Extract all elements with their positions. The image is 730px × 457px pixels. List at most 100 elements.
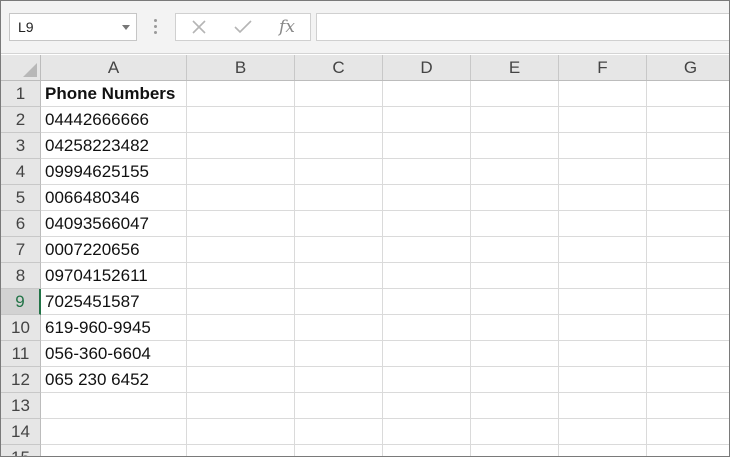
- cell[interactable]: [647, 445, 729, 456]
- cell[interactable]: [187, 237, 295, 263]
- cell[interactable]: [383, 81, 471, 107]
- cell[interactable]: [471, 263, 559, 289]
- drag-handle-icon[interactable]: [154, 19, 158, 35]
- cell[interactable]: [295, 81, 383, 107]
- cell[interactable]: [295, 367, 383, 393]
- cell[interactable]: [383, 393, 471, 419]
- cell[interactable]: [383, 315, 471, 341]
- cell[interactable]: [471, 107, 559, 133]
- cell[interactable]: [295, 263, 383, 289]
- cell[interactable]: [295, 237, 383, 263]
- cell[interactable]: [647, 107, 729, 133]
- cell[interactable]: [383, 237, 471, 263]
- column-header-g[interactable]: G: [647, 55, 729, 80]
- row-header[interactable]: 8: [1, 263, 41, 289]
- cell[interactable]: [471, 341, 559, 367]
- phone-number-cell[interactable]: 7025451587: [41, 289, 187, 315]
- row-header[interactable]: 7: [1, 237, 41, 263]
- row-header[interactable]: 15: [1, 445, 41, 456]
- cell[interactable]: [471, 159, 559, 185]
- cell[interactable]: [295, 107, 383, 133]
- cell[interactable]: [471, 393, 559, 419]
- cell[interactable]: [295, 445, 383, 456]
- cell[interactable]: [187, 445, 295, 456]
- phone-number-cell[interactable]: [41, 419, 187, 445]
- cell[interactable]: [187, 263, 295, 289]
- cell[interactable]: [647, 315, 729, 341]
- cell[interactable]: [383, 211, 471, 237]
- cell[interactable]: [559, 393, 647, 419]
- cell[interactable]: [471, 419, 559, 445]
- cell[interactable]: [383, 445, 471, 456]
- cell[interactable]: [647, 263, 729, 289]
- cell[interactable]: [559, 237, 647, 263]
- cell[interactable]: [187, 133, 295, 159]
- formula-input[interactable]: [316, 13, 729, 41]
- row-header[interactable]: 5: [1, 185, 41, 211]
- cell[interactable]: [295, 185, 383, 211]
- chevron-down-icon[interactable]: [122, 25, 130, 30]
- cell[interactable]: [383, 419, 471, 445]
- cell[interactable]: [383, 133, 471, 159]
- cell[interactable]: [559, 263, 647, 289]
- phone-number-cell[interactable]: [41, 445, 187, 456]
- cell[interactable]: [471, 315, 559, 341]
- cell[interactable]: [647, 81, 729, 107]
- row-header[interactable]: 4: [1, 159, 41, 185]
- cell[interactable]: [295, 315, 383, 341]
- cell[interactable]: [647, 185, 729, 211]
- cell[interactable]: [383, 341, 471, 367]
- insert-function-button[interactable]: fx: [276, 17, 298, 37]
- cell[interactable]: [647, 393, 729, 419]
- cell[interactable]: [295, 211, 383, 237]
- column-header-e[interactable]: E: [471, 55, 559, 80]
- cell[interactable]: [559, 133, 647, 159]
- name-box[interactable]: L9: [9, 13, 137, 41]
- cell[interactable]: [559, 211, 647, 237]
- cell[interactable]: [559, 289, 647, 315]
- cell[interactable]: [471, 367, 559, 393]
- phone-number-cell[interactable]: 09994625155: [41, 159, 187, 185]
- cell[interactable]: [187, 159, 295, 185]
- cell[interactable]: [187, 419, 295, 445]
- cell[interactable]: [383, 289, 471, 315]
- cell[interactable]: [295, 393, 383, 419]
- phone-number-cell[interactable]: 0007220656: [41, 237, 187, 263]
- row-header[interactable]: 3: [1, 133, 41, 159]
- cell[interactable]: [471, 81, 559, 107]
- cell[interactable]: [647, 341, 729, 367]
- cell[interactable]: [471, 133, 559, 159]
- phone-number-cell[interactable]: 065 230 6452: [41, 367, 187, 393]
- cell[interactable]: [383, 107, 471, 133]
- row-header[interactable]: 14: [1, 419, 41, 445]
- phone-number-cell[interactable]: 04258223482: [41, 133, 187, 159]
- cell[interactable]: [559, 159, 647, 185]
- row-header[interactable]: 12: [1, 367, 41, 393]
- cell[interactable]: [383, 185, 471, 211]
- cell[interactable]: [187, 341, 295, 367]
- row-header[interactable]: 13: [1, 393, 41, 419]
- phone-number-cell[interactable]: 09704152611: [41, 263, 187, 289]
- row-header[interactable]: 10: [1, 315, 41, 341]
- phone-number-cell[interactable]: 0066480346: [41, 185, 187, 211]
- cell[interactable]: [187, 81, 295, 107]
- cell[interactable]: [559, 315, 647, 341]
- row-header[interactable]: 1: [1, 81, 41, 107]
- cell[interactable]: [295, 419, 383, 445]
- column-header-f[interactable]: F: [559, 55, 647, 80]
- phone-number-cell[interactable]: 04442666666: [41, 107, 187, 133]
- column-header-c[interactable]: C: [295, 55, 383, 80]
- cell[interactable]: [559, 445, 647, 456]
- cell[interactable]: [647, 133, 729, 159]
- cell[interactable]: [187, 367, 295, 393]
- cell[interactable]: [471, 289, 559, 315]
- cell[interactable]: [559, 81, 647, 107]
- cell[interactable]: [647, 289, 729, 315]
- column-header-b[interactable]: B: [187, 55, 295, 80]
- cell[interactable]: [471, 237, 559, 263]
- cell[interactable]: [471, 211, 559, 237]
- cell[interactable]: [187, 393, 295, 419]
- phone-number-cell[interactable]: [41, 393, 187, 419]
- check-icon[interactable]: [232, 17, 254, 37]
- cell[interactable]: [559, 419, 647, 445]
